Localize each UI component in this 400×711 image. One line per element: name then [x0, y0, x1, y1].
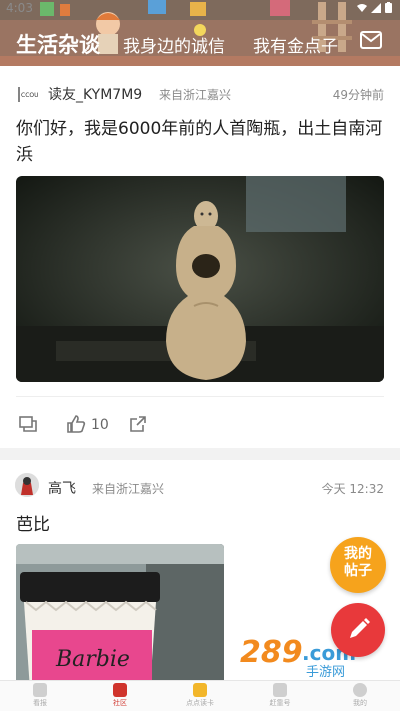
divider: [16, 396, 384, 397]
community-icon: [113, 683, 127, 697]
user-avatar[interactable]: CCOU: [16, 82, 40, 106]
post-location: 来自浙江嘉兴: [92, 482, 165, 496]
tab-integrity[interactable]: 我身边的诚信: [123, 32, 225, 57]
pottery-vase-image: [16, 176, 384, 382]
post-username[interactable]: 读友_KYM7M9: [48, 84, 142, 104]
svg-text:Barbie: Barbie: [55, 647, 130, 672]
nav-item-reading-card[interactable]: 点点读卡: [170, 683, 230, 708]
post-image[interactable]: Barbie: [16, 544, 224, 690]
post-time: 今天 12:32: [321, 482, 384, 496]
post-location: 来自浙江嘉兴: [159, 88, 232, 102]
battery-icon: [385, 2, 392, 13]
status-icons: [357, 2, 392, 13]
nav-item-community[interactable]: 社区: [90, 683, 150, 708]
category-tabs: 生活杂谈 我身边的诚信 我有金点子: [0, 28, 400, 58]
post-card[interactable]: CCOU 读友_KYM7M9 来自浙江嘉兴 49分钟前 你们好，我是6000年前…: [0, 66, 400, 448]
card-icon: [193, 683, 207, 697]
my-posts-button[interactable]: 我的 帖子: [330, 537, 386, 593]
compose-button[interactable]: [331, 603, 385, 657]
status-bar: 4:03: [0, 0, 400, 16]
post-actions: 10: [0, 414, 400, 438]
account-icon: [273, 683, 287, 697]
like-count: 10: [91, 417, 109, 433]
post-username[interactable]: 高飞: [48, 478, 76, 498]
status-time: 4:03: [6, 1, 33, 15]
post-title[interactable]: 你们好，我是6000年前的人首陶瓶，出土自南河浜: [16, 116, 388, 168]
app-screen: 4:03 生活杂谈 我身边的诚信 我有金点子 CCOU 读友_KYM7M9 来自…: [0, 0, 400, 711]
mail-icon[interactable]: [360, 31, 382, 49]
newspaper-icon: [33, 683, 47, 697]
bottom-nav: 看报 社区 点点读卡 赶靠号 我的: [0, 680, 400, 711]
pencil-icon: [350, 618, 370, 638]
nav-item-read-paper[interactable]: 看报: [10, 683, 70, 708]
avatar-image: [15, 473, 39, 497]
my-posts-label-2: 帖子: [344, 563, 372, 579]
barbie-cup-image: Barbie: [16, 544, 224, 690]
tab-life-chat[interactable]: 生活杂谈: [16, 29, 100, 59]
profile-icon: [353, 683, 367, 697]
like-icon[interactable]: [66, 414, 86, 434]
comment-icon[interactable]: [18, 414, 38, 434]
wifi-icon: [357, 3, 367, 12]
post-image[interactable]: [16, 176, 384, 382]
nav-item-mine[interactable]: 我的: [330, 683, 390, 708]
post-title[interactable]: 芭比: [16, 510, 50, 535]
svg-text:CCOU: CCOU: [21, 92, 39, 99]
post-time: 49分钟前: [332, 88, 384, 102]
signal-icon: [371, 2, 381, 13]
svg-text:手游网: 手游网: [306, 665, 345, 680]
header-banner: 4:03 生活杂谈 我身边的诚信 我有金点子: [0, 0, 400, 66]
my-posts-label-1: 我的: [344, 546, 372, 562]
share-icon[interactable]: [128, 414, 148, 434]
tab-ideas[interactable]: 我有金点子: [253, 32, 338, 57]
nav-item-account[interactable]: 赶靠号: [250, 683, 310, 708]
svg-text:289: 289: [240, 635, 303, 670]
user-avatar[interactable]: [15, 473, 39, 497]
